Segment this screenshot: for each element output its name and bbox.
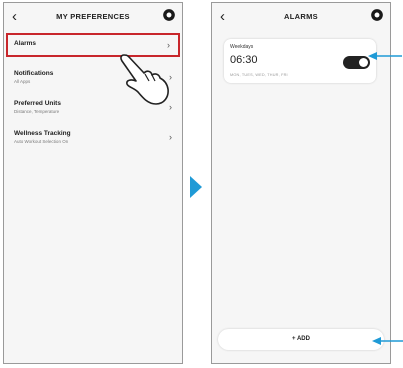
alarms-header: ‹ ALARMS [212, 3, 390, 35]
toggle-knob [359, 58, 368, 67]
page-title: ALARMS [284, 12, 318, 21]
menu-item-label: Preferred Units [14, 100, 61, 107]
page-title: MY PREFERENCES [56, 12, 130, 21]
add-alarm-button[interactable]: + ADD [218, 329, 384, 350]
callout-arrow-icon [368, 52, 402, 60]
menu-item-subtitle: Auto Workout Selection On [14, 139, 69, 144]
menu-item-label: Notifications [14, 70, 54, 77]
alarms-screen: ‹ ALARMS Weekdays 06:30 MON, TUES, WED, … [211, 2, 391, 364]
next-step-arrow-icon [190, 176, 202, 198]
hand-pointer-icon [120, 54, 169, 105]
menu-item-subtitle: All Apps [14, 79, 31, 84]
gear-icon[interactable] [162, 8, 176, 22]
alarm-card[interactable]: Weekdays 06:30 MON, TUES, WED, THUR, FRI [224, 39, 376, 83]
menu-item-wellness-tracking[interactable]: Wellness Tracking Auto Workout Selection… [4, 123, 182, 153]
callout-arrow-icon [372, 337, 403, 345]
gear-icon[interactable] [370, 8, 384, 22]
menu-item-subtitle: Distance, Temperature [14, 109, 60, 114]
alarm-time: 06:30 [230, 54, 258, 66]
chevron-right-icon: › [167, 40, 170, 50]
chevron-right-icon: › [169, 132, 172, 142]
menu-item-label: Alarms [14, 40, 37, 47]
preferences-screen: ‹ MY PREFERENCES Alarms › Notifications … [3, 2, 183, 364]
alarm-toggle[interactable] [343, 56, 370, 69]
preferences-header: ‹ MY PREFERENCES [4, 3, 182, 35]
alarm-label: Weekdays [230, 44, 254, 50]
alarm-days: MON, TUES, WED, THUR, FRI [230, 73, 288, 77]
menu-item-label: Wellness Tracking [14, 130, 71, 137]
